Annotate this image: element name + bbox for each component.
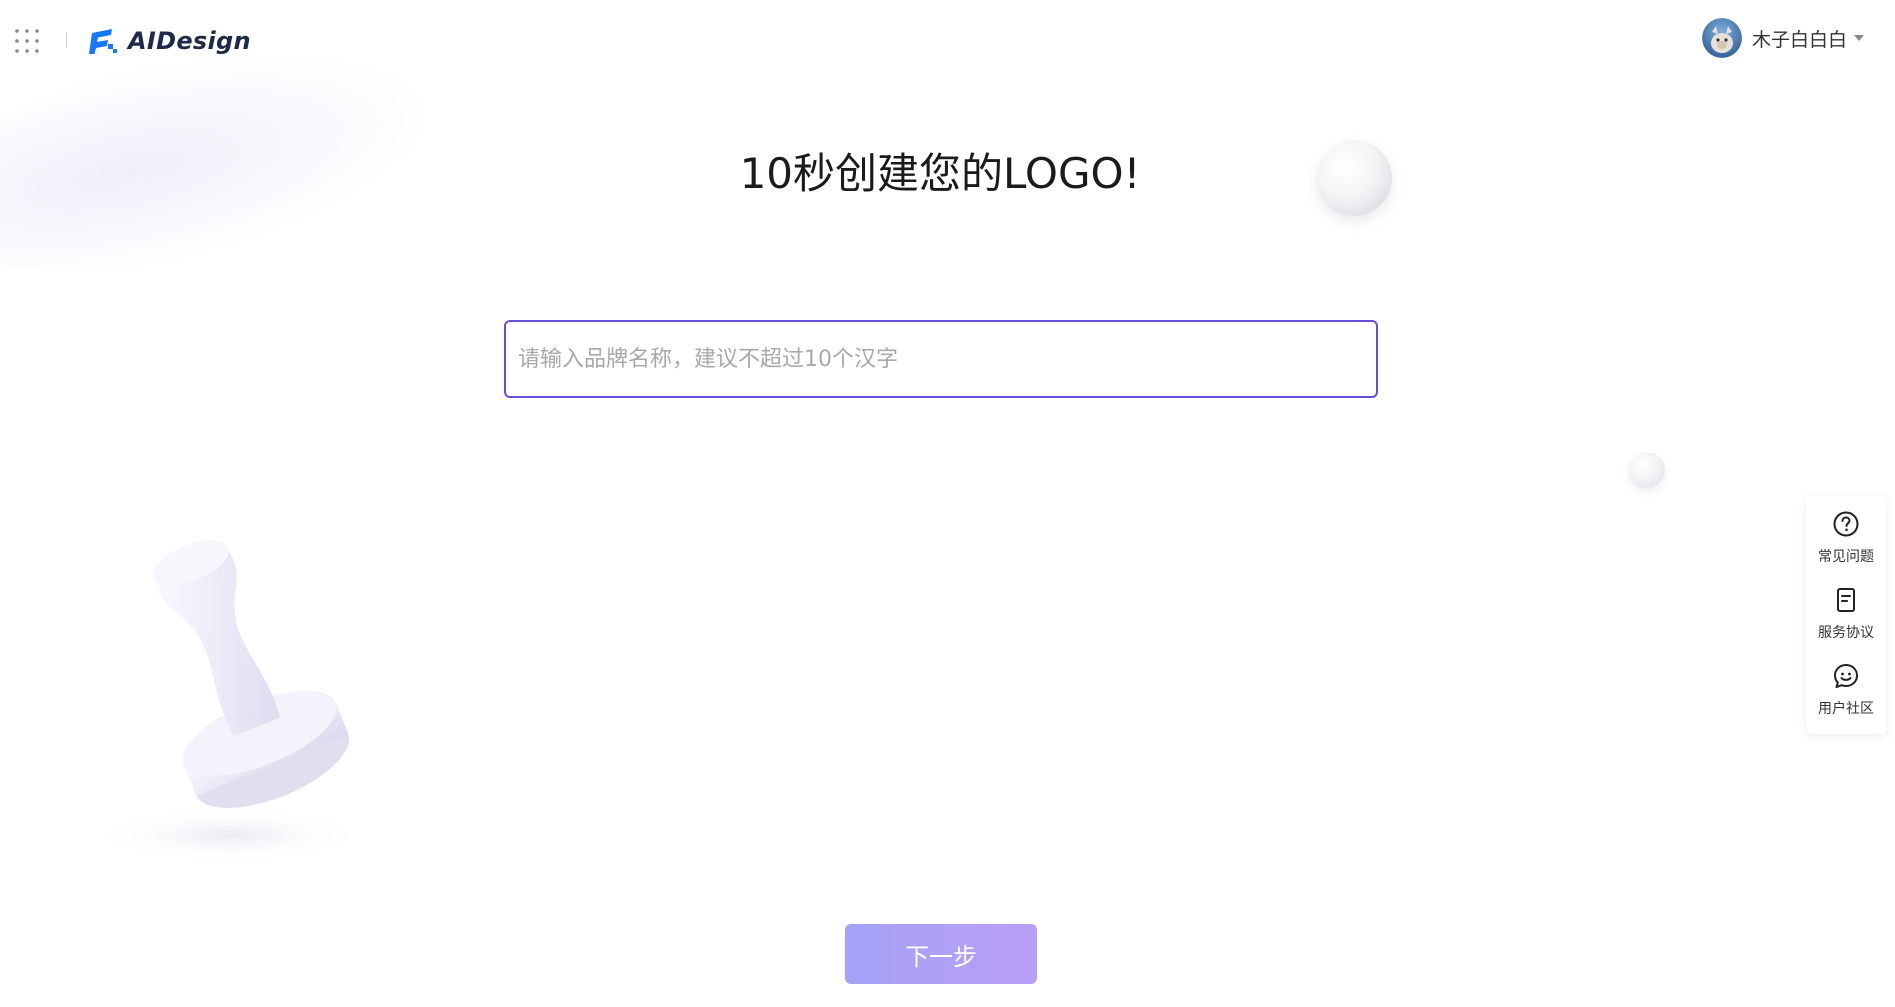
page: AIDesign 木子白白白 10秒创建您的LOGO! 请输入品牌名称，建议不超… xyxy=(0,0,1895,1007)
logo-text: AIDesign xyxy=(128,27,251,55)
question-circle-icon xyxy=(1833,511,1859,537)
side-item-label: 常见问题 xyxy=(1818,549,1874,565)
stamp-illustration xyxy=(90,540,370,863)
grid-dots-icon[interactable] xyxy=(14,28,40,54)
decorative-sphere xyxy=(1316,140,1392,216)
decorative-sphere-small xyxy=(1629,452,1665,488)
side-item-community[interactable]: 用户社区 xyxy=(1806,658,1886,734)
side-help-panel: 常见问题 服务协议 用户社区 xyxy=(1806,496,1886,734)
avatar[interactable] xyxy=(1701,18,1742,58)
smile-chat-icon xyxy=(1834,664,1858,688)
page-title: 10秒创建您的LOGO! xyxy=(739,149,1141,198)
document-icon xyxy=(1837,588,1855,612)
username[interactable]: 木子白白白 xyxy=(1752,25,1847,52)
side-item-label: 用户社区 xyxy=(1818,701,1874,717)
brand-name-input[interactable] xyxy=(504,320,1378,398)
caret-down-icon[interactable] xyxy=(1853,34,1865,42)
user-menu[interactable]: 木子白白白 xyxy=(1701,18,1865,58)
logo[interactable]: AIDesign xyxy=(86,24,251,58)
next-step-button[interactable]: 下一步 xyxy=(845,924,1037,984)
header-divider xyxy=(66,32,67,48)
aidesign-logo-icon xyxy=(89,29,117,54)
side-item-service-agreement[interactable]: 服务协议 xyxy=(1806,582,1886,658)
side-item-faq[interactable]: 常见问题 xyxy=(1806,506,1886,582)
side-item-label: 服务协议 xyxy=(1818,625,1874,641)
header: AIDesign 木子白白白 xyxy=(0,0,1895,80)
